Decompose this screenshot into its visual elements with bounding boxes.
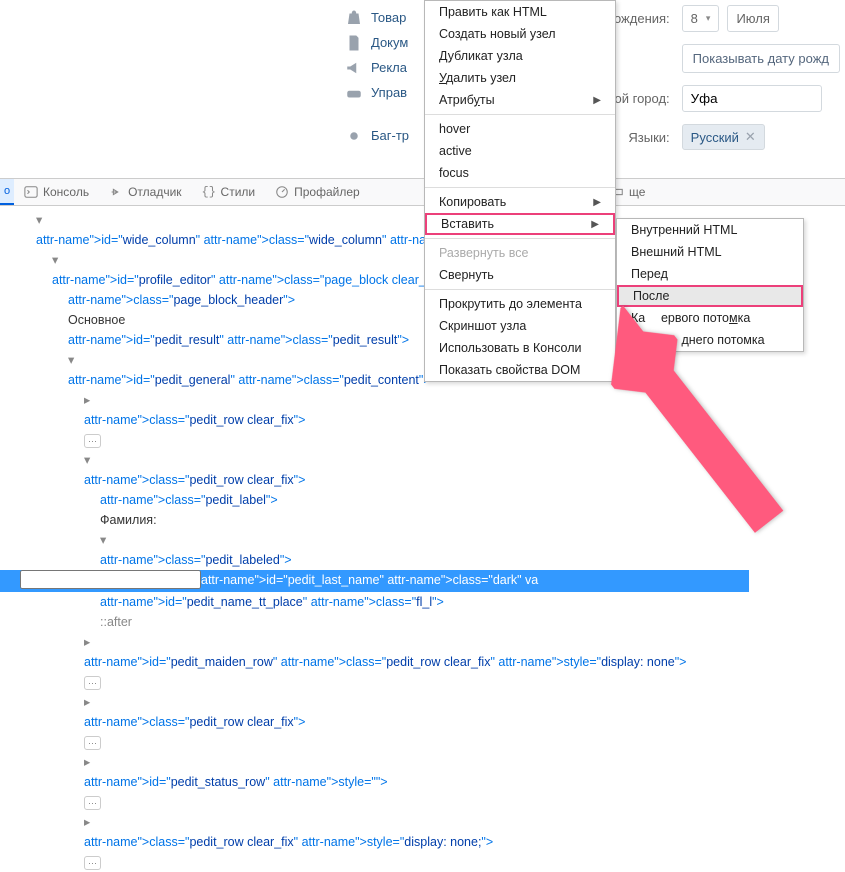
separator xyxy=(425,187,615,188)
tab-inspector[interactable]: о xyxy=(0,179,14,205)
debugger-icon xyxy=(109,185,123,199)
chevron-right-icon: ▶ xyxy=(593,95,601,106)
megaphone-icon xyxy=(345,59,363,77)
chevron-right-icon: ▶ xyxy=(591,219,599,230)
sidebar-item-goods[interactable]: Товар xyxy=(345,5,409,30)
expand-arrow[interactable]: ▾ xyxy=(52,250,64,270)
nav-label: Управ xyxy=(371,85,407,100)
close-icon[interactable]: ✕ xyxy=(745,129,756,145)
tab-styles[interactable]: {} Стили xyxy=(192,179,266,205)
tab-profiler[interactable]: Профайлер xyxy=(265,179,370,205)
submenu-inner-html[interactable]: Внутренний HTML xyxy=(617,219,803,241)
separator xyxy=(425,114,615,115)
menu-hover[interactable]: hover xyxy=(425,118,615,140)
tab-console[interactable]: Консоль xyxy=(14,179,99,205)
bug-icon xyxy=(345,127,363,145)
sidebar-item-manage[interactable]: Управ xyxy=(345,80,409,105)
expand-arrow[interactable]: ▸ xyxy=(84,752,96,772)
menu-duplicate[interactable]: Дубликат узла xyxy=(425,45,615,67)
ellipsis-icon[interactable]: ⋯ xyxy=(84,796,101,810)
expand-arrow[interactable]: ▸ xyxy=(84,692,96,712)
nav-label: Товар xyxy=(371,10,406,25)
menu-show-dom[interactable]: Показать свойства DOM xyxy=(425,359,615,381)
styles-icon: {} xyxy=(202,185,216,199)
submenu-outer-html[interactable]: Внешний HTML xyxy=(617,241,803,263)
ellipsis-icon[interactable]: ⋯ xyxy=(84,736,101,750)
sidebar-item-docs[interactable]: Докум xyxy=(345,30,409,55)
expand-arrow[interactable]: ▾ xyxy=(68,350,80,370)
menu-copy[interactable]: Копировать▶ xyxy=(425,191,615,213)
menu-active[interactable]: active xyxy=(425,140,615,162)
sidebar-item-bugtracker[interactable]: Баг-тр xyxy=(345,123,409,148)
nav-label: Рекла xyxy=(371,60,407,75)
expand-arrow[interactable]: ▸ xyxy=(84,632,96,652)
menu-paste[interactable]: Вставить▶ xyxy=(425,213,615,235)
context-menu: Править как HTML Создать новый узел Дубл… xyxy=(424,0,616,382)
separator xyxy=(425,238,615,239)
nav-label: Докум xyxy=(371,35,408,50)
select-birthday-month[interactable]: Июля xyxy=(727,5,778,32)
selected-node[interactable]: attr-name">id="pedit_last_name" attr-nam… xyxy=(0,570,749,592)
menu-attributes[interactable]: Атрибуты▶ xyxy=(425,89,615,111)
expand-arrow[interactable]: ▸ xyxy=(84,390,96,410)
separator xyxy=(425,289,615,290)
devtools-tabs: о Консоль Отладчик {} Стили Профайлер ще xyxy=(0,178,845,206)
ellipsis-icon[interactable]: ⋯ xyxy=(84,856,101,870)
menu-delete[interactable]: Удалить узел xyxy=(425,67,615,89)
menu-focus[interactable]: focus xyxy=(425,162,615,184)
menu-scroll-to[interactable]: Прокрутить до элемента xyxy=(425,293,615,315)
menu-collapse[interactable]: Свернуть xyxy=(425,264,615,286)
expand-arrow[interactable]: ▾ xyxy=(100,530,112,550)
chevron-down-icon: ▾ xyxy=(706,13,711,24)
sidebar-item-ads[interactable]: Рекла xyxy=(345,55,409,80)
submenu-before[interactable]: Перед xyxy=(617,263,803,285)
profiler-icon xyxy=(275,185,289,199)
ellipsis-icon[interactable]: ⋯ xyxy=(84,676,101,690)
button-show-birthdate[interactable]: Показывать дату рожд xyxy=(682,44,840,73)
menu-create-node[interactable]: Создать новый узел xyxy=(425,23,615,45)
input-hometown[interactable] xyxy=(682,85,822,112)
document-icon xyxy=(345,34,363,52)
tab-debugger[interactable]: Отладчик xyxy=(99,179,191,205)
expand-arrow[interactable]: ▸ xyxy=(84,812,96,832)
expand-arrow[interactable]: ▾ xyxy=(84,450,96,470)
gamepad-icon xyxy=(345,84,363,102)
ellipsis-icon[interactable]: ⋯ xyxy=(84,434,101,448)
console-icon xyxy=(24,185,38,199)
menu-expand-all: Развернуть все xyxy=(425,242,615,264)
nav-label: Баг-тр xyxy=(371,128,409,143)
expand-arrow[interactable]: ▾ xyxy=(36,210,48,230)
select-birthday-day[interactable]: 8▾ xyxy=(682,5,720,32)
menu-edit-html[interactable]: Править как HTML xyxy=(425,1,615,23)
chevron-right-icon: ▶ xyxy=(593,197,601,208)
chip-language[interactable]: Русский ✕ xyxy=(682,124,765,150)
shopping-icon xyxy=(345,9,363,27)
